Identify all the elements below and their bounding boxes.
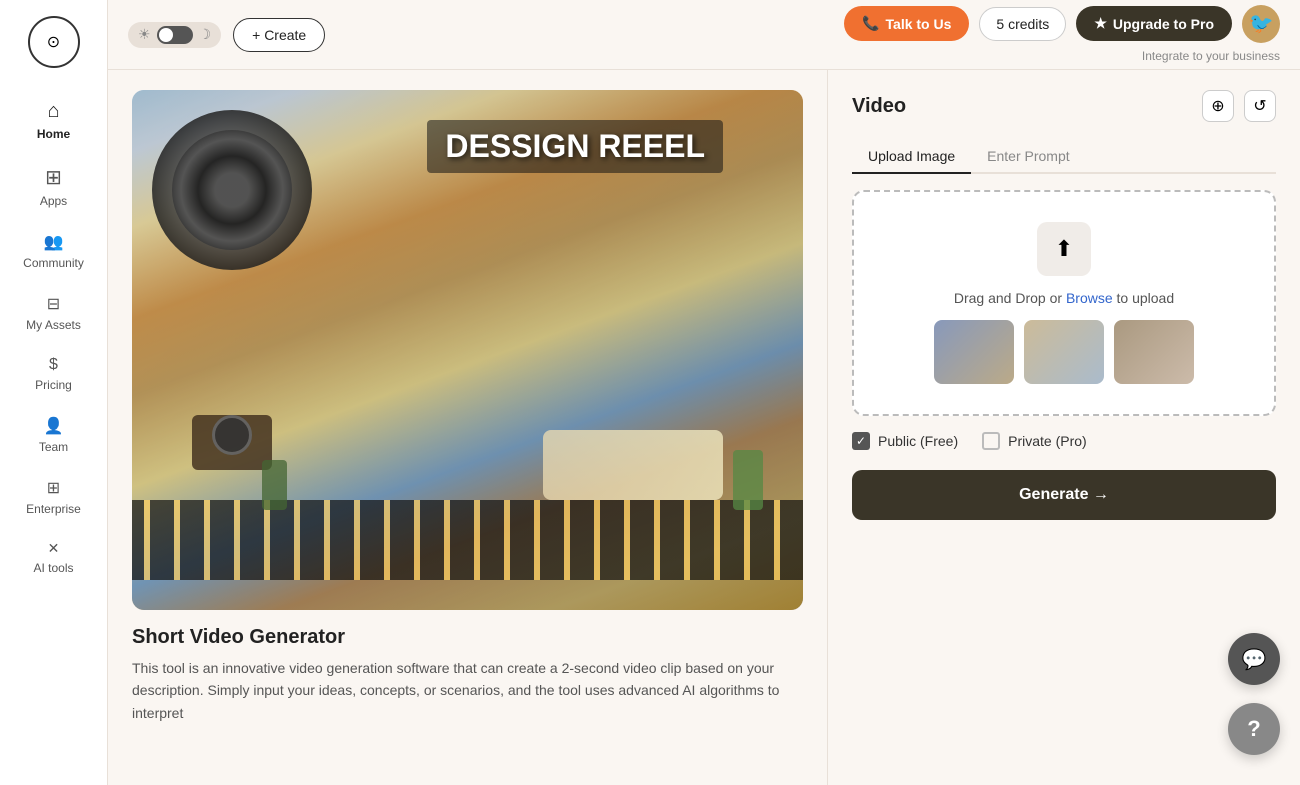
sidebar-item-home[interactable]: ⌂ Home xyxy=(0,90,107,151)
public-label: Public (Free) xyxy=(878,433,958,449)
option-private[interactable]: Private (Pro) xyxy=(982,432,1087,450)
upload-text: Drag and Drop or Browse to upload xyxy=(874,290,1254,306)
public-checkbox[interactable]: ✓ xyxy=(852,432,870,450)
options-row: ✓ Public (Free) Private (Pro) xyxy=(852,432,1276,450)
sidebar-item-label: Home xyxy=(37,127,70,141)
create-label: + Create xyxy=(252,27,306,43)
star-icon: ★ xyxy=(1094,15,1107,32)
preview-image-container: DESSIGN REEEL xyxy=(132,90,803,610)
preview-overlay-text: DESSIGN REEEL xyxy=(427,120,723,173)
header-actions: 📞 Talk to Us 5 credits ★ Upgrade to Pro … xyxy=(844,5,1280,43)
private-checkbox[interactable] xyxy=(982,432,1000,450)
enterprise-icon: ⊞ xyxy=(47,478,60,498)
dark-mode-toggle[interactable] xyxy=(157,26,193,44)
sidebar-item-label: Team xyxy=(39,440,68,454)
sidebar-item-community[interactable]: 👥 Community xyxy=(0,222,107,280)
option-public[interactable]: ✓ Public (Free) xyxy=(852,432,958,450)
create-button[interactable]: + Create xyxy=(233,18,325,52)
history-button[interactable]: ↺ xyxy=(1244,90,1276,122)
pricing-icon: $ xyxy=(49,356,58,374)
panel-icons: ⊕ ↺ xyxy=(1202,90,1276,122)
upload-area[interactable]: ⬆ Drag and Drop or Browse to upload xyxy=(852,190,1276,416)
sample-images xyxy=(874,320,1254,384)
browse-link[interactable]: Browse xyxy=(1066,290,1113,306)
body-area: DESSIGN REEEL Short Video Generator This… xyxy=(108,70,1300,785)
moon-icon: ☽ xyxy=(199,26,212,43)
credits-button[interactable]: 5 credits xyxy=(979,7,1066,41)
chat-icon: 💬 xyxy=(1242,647,1267,672)
sidebar-item-label: Enterprise xyxy=(26,502,81,516)
theme-toggle[interactable]: ☀ ☽ xyxy=(128,22,221,48)
sidebar-item-label: Pricing xyxy=(35,378,72,392)
toggle-knob xyxy=(159,28,173,42)
sidebar-item-pricing[interactable]: $ Pricing xyxy=(0,346,107,402)
sample-image-2[interactable] xyxy=(1024,320,1104,384)
logo[interactable]: ⊙ xyxy=(28,16,80,68)
integrate-text: Integrate to your business xyxy=(1142,49,1280,63)
team-icon: 👤 xyxy=(44,416,64,436)
sidebar-item-ai-tools[interactable]: ✕ AI tools xyxy=(0,530,107,585)
avatar[interactable]: 🐦 xyxy=(1242,5,1280,43)
logo-icon: ⊙ xyxy=(47,32,60,52)
tool-title: Short Video Generator xyxy=(132,626,803,649)
panel-title: Video xyxy=(852,95,906,118)
sidebar-item-label: AI tools xyxy=(33,561,73,575)
add-to-panel-button[interactable]: ⊕ xyxy=(1202,90,1234,122)
generate-button[interactable]: Generate → xyxy=(852,470,1276,520)
tab-enter-prompt[interactable]: Enter Prompt xyxy=(971,140,1085,174)
ai-tools-icon: ✕ xyxy=(48,540,60,557)
sidebar-item-team[interactable]: 👤 Team xyxy=(0,406,107,464)
sidebar: ⊙ ⌂ Home ⊞ Apps 👥 Community ⊟ My Assets … xyxy=(0,0,108,785)
header-left: ☀ ☽ + Create xyxy=(128,18,325,52)
sidebar-item-label: My Assets xyxy=(26,318,81,332)
panel-header: Video ⊕ ↺ xyxy=(852,90,1276,122)
sample-image-3[interactable] xyxy=(1114,320,1194,384)
sidebar-item-apps[interactable]: ⊞ Apps xyxy=(0,155,107,218)
sample-image-1[interactable] xyxy=(934,320,1014,384)
apps-icon: ⊞ xyxy=(45,165,62,190)
sidebar-item-label: Apps xyxy=(40,194,67,208)
tabs: Upload Image Enter Prompt xyxy=(852,140,1276,174)
help-bubble[interactable]: ? xyxy=(1228,703,1280,755)
phone-icon: 📞 xyxy=(862,15,879,32)
sidebar-item-my-assets[interactable]: ⊟ My Assets xyxy=(0,284,107,342)
header: ☀ ☽ + Create 📞 Talk to Us 5 credits xyxy=(108,0,1300,70)
tool-description: This tool is an innovative video generat… xyxy=(132,657,803,724)
talk-to-us-button[interactable]: 📞 Talk to Us xyxy=(844,6,969,41)
chat-bubble[interactable]: 💬 xyxy=(1228,633,1280,685)
header-right: 📞 Talk to Us 5 credits ★ Upgrade to Pro … xyxy=(844,5,1280,65)
tab-upload-image[interactable]: Upload Image xyxy=(852,140,971,174)
my-assets-icon: ⊟ xyxy=(47,294,60,314)
help-icon: ? xyxy=(1247,716,1260,742)
sun-icon: ☀ xyxy=(138,26,151,43)
add-frame-icon: ⊕ xyxy=(1211,96,1224,116)
upload-icon: ⬆ xyxy=(1055,236,1073,262)
private-label: Private (Pro) xyxy=(1008,433,1087,449)
main-content: ☀ ☽ + Create 📞 Talk to Us 5 credits xyxy=(108,0,1300,785)
sidebar-item-label: Community xyxy=(23,256,84,270)
community-icon: 👥 xyxy=(44,232,64,252)
upload-icon-button[interactable]: ⬆ xyxy=(1037,222,1091,276)
right-panel: Video ⊕ ↺ Upload Image Enter Prompt xyxy=(828,70,1300,785)
history-icon: ↺ xyxy=(1253,96,1266,116)
upgrade-button[interactable]: ★ Upgrade to Pro xyxy=(1076,6,1232,41)
home-icon: ⌂ xyxy=(47,100,59,123)
left-panel: DESSIGN REEEL Short Video Generator This… xyxy=(108,70,828,785)
header-top-right: 📞 Talk to Us 5 credits ★ Upgrade to Pro … xyxy=(844,5,1280,65)
sidebar-item-enterprise[interactable]: ⊞ Enterprise xyxy=(0,468,107,526)
